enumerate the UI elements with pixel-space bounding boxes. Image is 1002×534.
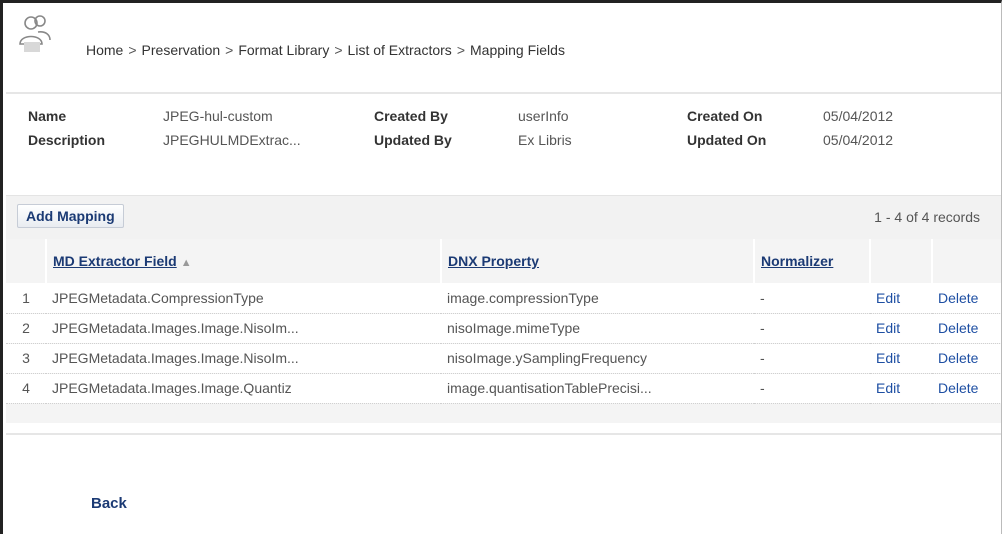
- edit-link[interactable]: Edit: [876, 290, 900, 306]
- row-number: 3: [6, 343, 46, 374]
- extractor-details: Name JPEG-hul-custom Description JPEGHUL…: [6, 95, 1001, 185]
- delete-link[interactable]: Delete: [938, 350, 978, 366]
- page-header: Home > Preservation > Format Library > List of…: [6, 6, 1001, 94]
- edit-cell: Edit: [870, 373, 932, 404]
- delete-cell: Delete: [932, 343, 1001, 374]
- breadcrumb: Home > Preservation > Format Library > List of…: [86, 42, 565, 58]
- edit-link[interactable]: Edit: [876, 320, 900, 336]
- created-on-value: 05/04/2012: [823, 108, 894, 124]
- dnx-property-cell: nisoImage.mimeType: [441, 313, 754, 344]
- table-row: 1 JPEGMetadata.CompressionType image.com…: [6, 283, 1001, 314]
- breadcrumb-list-of-extractors[interactable]: List of Extractors: [348, 42, 452, 58]
- breadcrumb-separator: >: [456, 42, 465, 58]
- dnx-property-header[interactable]: DNX Property: [441, 239, 755, 283]
- dnx-property-sort-link[interactable]: DNX Property: [448, 253, 539, 269]
- mapping-table: MD Extractor Field ▲ DNX Property Normali…: [6, 239, 1001, 404]
- footer-divider: [6, 433, 1001, 435]
- description-label: Description: [28, 132, 106, 148]
- users-icon: [19, 15, 51, 52]
- delete-cell: Delete: [932, 283, 1001, 314]
- normalizer-cell: -: [754, 373, 870, 404]
- name-label: Name: [28, 108, 67, 124]
- table-row: 2 JPEGMetadata.Images.Image.NisoIm... ni…: [6, 313, 1001, 344]
- md-extractor-field-cell: JPEGMetadata.Images.Image.Quantiz: [46, 373, 441, 404]
- md-extractor-field-cell: JPEGMetadata.CompressionType: [46, 283, 441, 314]
- breadcrumb-separator: >: [128, 42, 137, 58]
- records-count: 1 - 4 of 4 records: [874, 209, 980, 225]
- delete-column-header: [932, 239, 1001, 283]
- row-number: 1: [6, 283, 46, 314]
- updated-by-label: Updated By: [374, 132, 452, 148]
- updated-by-value: Ex Libris: [518, 132, 572, 148]
- normalizer-cell: -: [754, 343, 870, 374]
- breadcrumb-format-library[interactable]: Format Library: [238, 42, 329, 58]
- delete-link[interactable]: Delete: [938, 290, 978, 306]
- back-button[interactable]: Back: [91, 495, 127, 512]
- updated-on-value: 05/04/2012: [823, 132, 894, 148]
- table-toolbar: Add Mapping 1 - 4 of 4 records: [6, 195, 1001, 239]
- breadcrumb-home[interactable]: Home: [86, 42, 123, 58]
- dnx-property-cell: nisoImage.ySamplingFrequency: [441, 343, 754, 374]
- updated-on-label: Updated On: [687, 132, 767, 148]
- breadcrumb-separator: >: [334, 42, 343, 58]
- edit-column-header: [870, 239, 933, 283]
- table-row: 3 JPEGMetadata.Images.Image.NisoIm... ni…: [6, 343, 1001, 374]
- md-extractor-field-header[interactable]: MD Extractor Field ▲: [46, 239, 442, 283]
- created-on-label: Created On: [687, 108, 763, 124]
- created-by-label: Created By: [374, 108, 448, 124]
- table-header-row: MD Extractor Field ▲ DNX Property Normali…: [6, 239, 1001, 283]
- breadcrumb-current: Mapping Fields: [470, 42, 565, 58]
- row-number: 2: [6, 313, 46, 344]
- dnx-property-cell: image.quantisationTablePrecisi...: [441, 373, 754, 404]
- edit-link[interactable]: Edit: [876, 380, 900, 396]
- description-value: JPEGHULMDExtrac...: [163, 132, 301, 148]
- created-by-value: userInfo: [518, 108, 569, 124]
- normalizer-sort-link[interactable]: Normalizer: [761, 253, 833, 269]
- add-mapping-button[interactable]: Add Mapping: [17, 204, 124, 228]
- delete-cell: Delete: [932, 373, 1001, 404]
- normalizer-cell: -: [754, 313, 870, 344]
- edit-link[interactable]: Edit: [876, 350, 900, 366]
- breadcrumb-separator: >: [225, 42, 234, 58]
- normalizer-header[interactable]: Normalizer: [754, 239, 871, 283]
- normalizer-cell: -: [754, 283, 870, 314]
- edit-cell: Edit: [870, 343, 932, 374]
- md-extractor-field-cell: JPEGMetadata.Images.Image.NisoIm...: [46, 313, 441, 344]
- delete-link[interactable]: Delete: [938, 320, 978, 336]
- sort-ascending-icon: ▲: [180, 257, 192, 269]
- table-row: 4 JPEGMetadata.Images.Image.Quantiz imag…: [6, 373, 1001, 404]
- name-value: JPEG-hul-custom: [163, 108, 273, 124]
- edit-cell: Edit: [870, 313, 932, 344]
- row-number: 4: [6, 373, 46, 404]
- edit-cell: Edit: [870, 283, 932, 314]
- delete-cell: Delete: [932, 313, 1001, 344]
- md-extractor-field-sort-link[interactable]: MD Extractor Field: [53, 253, 177, 269]
- delete-link[interactable]: Delete: [938, 380, 978, 396]
- breadcrumb-preservation[interactable]: Preservation: [142, 42, 221, 58]
- dnx-property-cell: image.compressionType: [441, 283, 754, 314]
- mapping-table-container: MD Extractor Field ▲ DNX Property Normali…: [6, 239, 1001, 423]
- row-number-header: [6, 239, 47, 283]
- md-extractor-field-cell: JPEGMetadata.Images.Image.NisoIm...: [46, 343, 441, 374]
- app-window: Home > Preservation > Format Library > List of…: [0, 0, 1002, 534]
